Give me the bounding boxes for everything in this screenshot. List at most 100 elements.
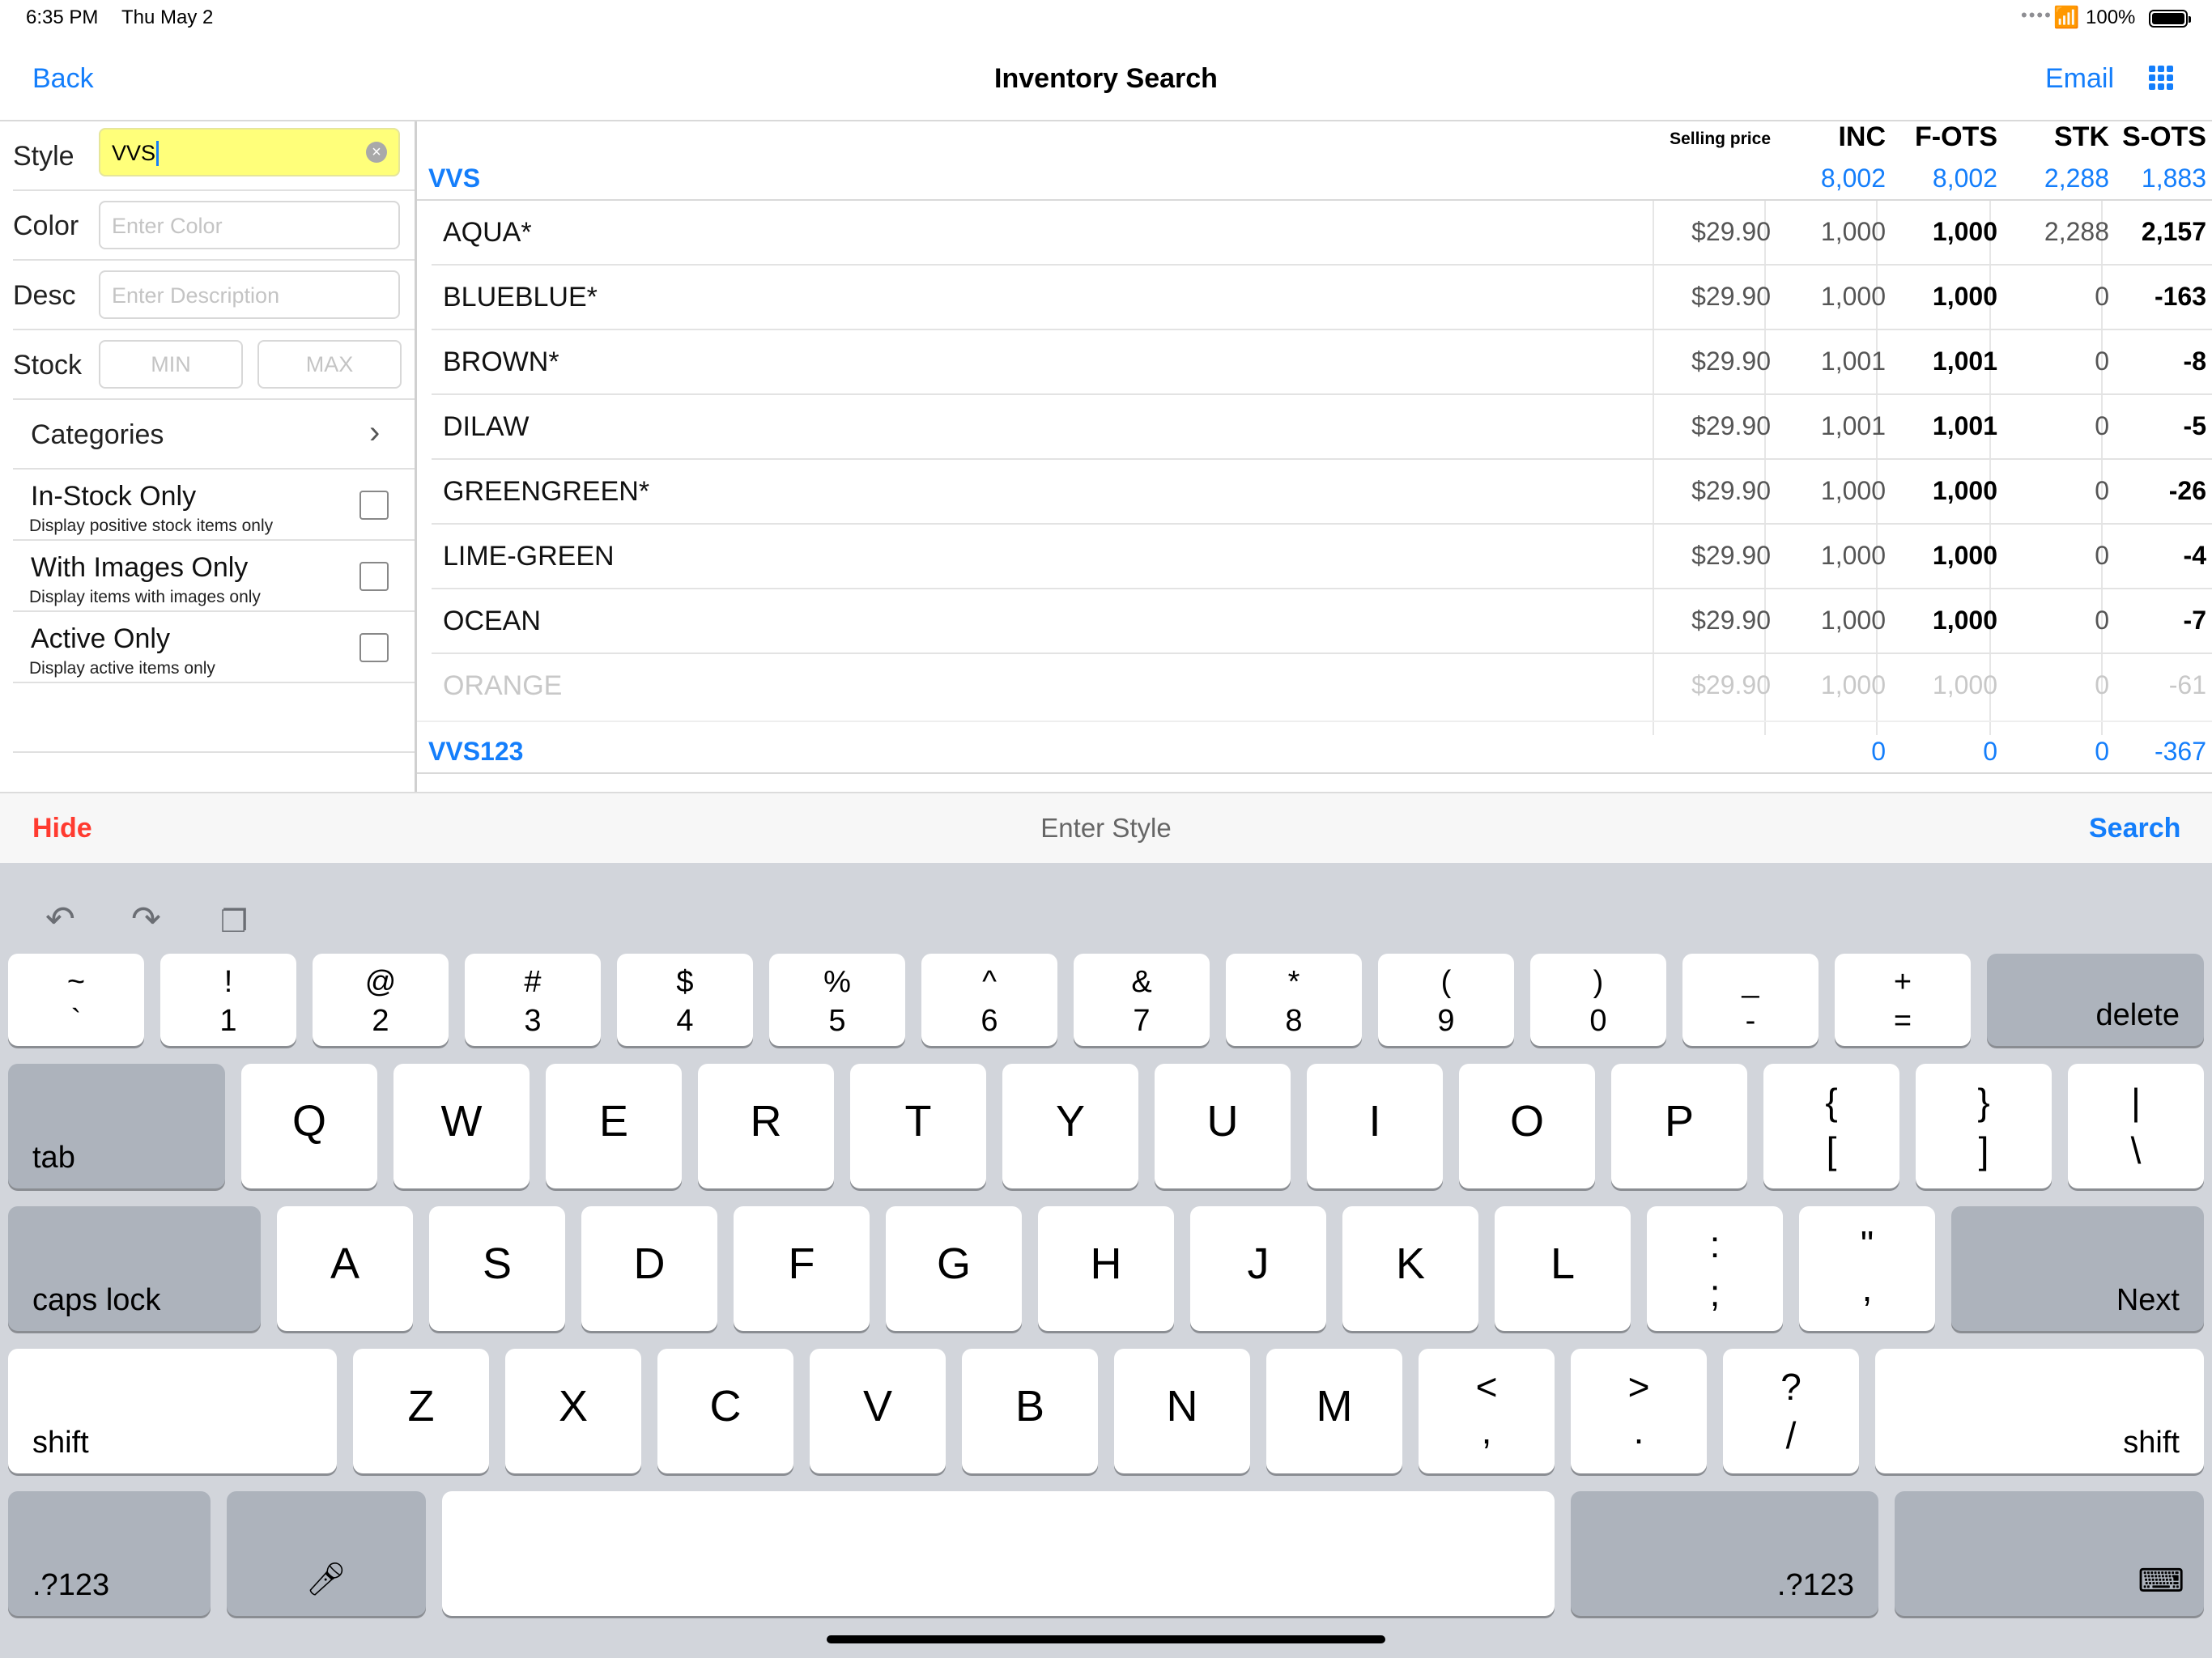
key-3[interactable]: #3: [465, 954, 601, 1046]
undo-icon[interactable]: ↶: [45, 899, 75, 940]
group-total-f-ots: 8,002: [1932, 164, 1997, 193]
key-y[interactable]: Y: [1002, 1064, 1138, 1188]
home-indicator[interactable]: [827, 1635, 1385, 1643]
key-6[interactable]: ^ 6: [921, 954, 1057, 1046]
style-input[interactable]: VVS ×: [99, 128, 400, 176]
color-input[interactable]: Enter Color: [99, 201, 400, 249]
key-4[interactable]: $4: [617, 954, 753, 1046]
key-r[interactable]: R: [698, 1064, 834, 1188]
key-2[interactable]: @2: [313, 954, 449, 1046]
shift-right-key[interactable]: shift: [1875, 1349, 2204, 1473]
table-row[interactable]: AQUA* $29.90 1,000 1,000 2,288 2,157: [417, 201, 2212, 266]
table-row[interactable]: LIME-GREEN $29.90 1,000 1,000 0 -4: [417, 525, 2212, 589]
key-backtick[interactable]: ~ `: [8, 954, 144, 1046]
key-t[interactable]: T: [850, 1064, 986, 1188]
key-u[interactable]: U: [1155, 1064, 1291, 1188]
table-row[interactable]: BLUEBLUE* $29.90 1,000 1,000 0 -163: [417, 266, 2212, 330]
key-backslash[interactable]: | \: [2068, 1064, 2204, 1188]
description-input[interactable]: Enter Description: [99, 270, 400, 319]
header-selling-price: Selling price: [1670, 130, 1771, 148]
key-o[interactable]: O: [1459, 1064, 1595, 1188]
key-n[interactable]: N: [1114, 1349, 1250, 1473]
key-semicolon[interactable]: :;: [1647, 1206, 1783, 1331]
key-j[interactable]: J: [1190, 1206, 1326, 1331]
key-1[interactable]: ! 1: [160, 954, 296, 1046]
key-h[interactable]: H: [1038, 1206, 1174, 1331]
row-f-ots: 1,000: [1932, 217, 1997, 246]
active-only-checkbox[interactable]: [359, 633, 389, 662]
key-i[interactable]: I: [1307, 1064, 1443, 1188]
key-p[interactable]: P: [1611, 1064, 1747, 1188]
row-s-ots: -26: [2168, 476, 2206, 505]
key-w[interactable]: W: [393, 1064, 530, 1188]
key-c[interactable]: C: [657, 1349, 793, 1473]
hide-button[interactable]: Hide: [32, 813, 92, 844]
key-d[interactable]: D: [581, 1206, 717, 1331]
dictation-key[interactable]: 🎤︎: [227, 1491, 426, 1616]
key-period[interactable]: >.: [1571, 1349, 1707, 1473]
key-x[interactable]: X: [505, 1349, 641, 1473]
in-stock-checkbox[interactable]: [359, 491, 389, 520]
table-row[interactable]: BROWN* $29.90 1,001 1,001 0 -8: [417, 330, 2212, 395]
key-m[interactable]: M: [1266, 1349, 1402, 1473]
dismiss-keyboard-key[interactable]: ⌨: [1895, 1491, 2204, 1616]
key-e[interactable]: E: [546, 1064, 682, 1188]
caps-lock-key[interactable]: caps lock: [8, 1206, 261, 1331]
row-inc: 1,000: [1820, 541, 1886, 570]
key-right-bracket[interactable]: }]: [1916, 1064, 2052, 1188]
numbers-right-key[interactable]: .?123: [1571, 1491, 1878, 1616]
key-minus[interactable]: _ -: [1682, 954, 1819, 1046]
clear-icon[interactable]: ×: [366, 142, 387, 163]
table-row[interactable]: GREENGREEN* $29.90 1,000 1,000 0 -26: [417, 460, 2212, 525]
key-slash[interactable]: ? /: [1723, 1349, 1859, 1473]
key-equals[interactable]: + =: [1835, 954, 1971, 1046]
search-button[interactable]: Search: [2089, 813, 2180, 844]
key-g[interactable]: G: [886, 1206, 1022, 1331]
shift-left-key[interactable]: shift: [8, 1349, 337, 1473]
group-header-vvs[interactable]: VVS: [428, 164, 480, 193]
tab-key[interactable]: tab: [8, 1064, 225, 1188]
key-f[interactable]: F: [734, 1206, 870, 1331]
key-7[interactable]: & 7: [1074, 954, 1210, 1046]
categories-row[interactable]: Categories ›: [0, 400, 415, 470]
clipboard-icon[interactable]: ❐: [220, 903, 248, 940]
key-9[interactable]: (9: [1378, 954, 1514, 1046]
key-left-bracket[interactable]: {[: [1763, 1064, 1899, 1188]
delete-key[interactable]: delete: [1987, 954, 2204, 1046]
key-v[interactable]: V: [810, 1349, 946, 1473]
key-a[interactable]: A: [277, 1206, 413, 1331]
row-price: $29.90: [1691, 346, 1771, 376]
key-q[interactable]: Q: [241, 1064, 377, 1188]
status-date: Thu May 2: [121, 6, 214, 28]
with-images-toggle-row[interactable]: With Images Only Display items with imag…: [0, 541, 415, 612]
key-5[interactable]: % 5: [769, 954, 905, 1046]
key-b[interactable]: B: [962, 1349, 1098, 1473]
stock-max-input[interactable]: MAX: [257, 340, 402, 389]
stock-min-input[interactable]: MIN: [99, 340, 243, 389]
redo-icon[interactable]: ↷: [131, 899, 161, 940]
key-0[interactable]: ) 0: [1530, 954, 1666, 1046]
row-price: $29.90: [1691, 217, 1771, 246]
key-8[interactable]: * 8: [1226, 954, 1362, 1046]
grid-view-icon[interactable]: [2149, 66, 2173, 90]
table-row[interactable]: OCEAN $29.90 1,000 1,000 0 -7: [417, 589, 2212, 654]
row-color-name: GREENGREEN*: [443, 476, 650, 507]
space-key[interactable]: [442, 1491, 1555, 1616]
numbers-left-key[interactable]: .?123: [8, 1491, 211, 1616]
group-header-vvs123[interactable]: VVS123: [428, 737, 523, 767]
table-row[interactable]: DILAW $29.90 1,001 1,001 0 -5: [417, 395, 2212, 460]
navigation-bar: Back Inventory Search Email: [0, 39, 2212, 121]
key-s[interactable]: S: [429, 1206, 565, 1331]
in-stock-toggle-row[interactable]: In-Stock Only Display positive stock ite…: [0, 470, 415, 541]
next-key[interactable]: Next: [1951, 1206, 2204, 1331]
active-only-toggle-row[interactable]: Active Only Display active items only: [0, 612, 415, 683]
key-comma[interactable]: <,: [1419, 1349, 1555, 1473]
group-total-stk: 2,288: [2044, 164, 2109, 193]
with-images-checkbox[interactable]: [359, 562, 389, 591]
email-button[interactable]: Email: [2045, 63, 2114, 95]
key-quote[interactable]: ",: [1799, 1206, 1935, 1331]
key-z[interactable]: Z: [353, 1349, 489, 1473]
key-l[interactable]: L: [1495, 1206, 1631, 1331]
key-k[interactable]: K: [1342, 1206, 1478, 1331]
table-row[interactable]: ORANGE $29.90 1,000 1,000 0 -61: [417, 654, 2212, 719]
